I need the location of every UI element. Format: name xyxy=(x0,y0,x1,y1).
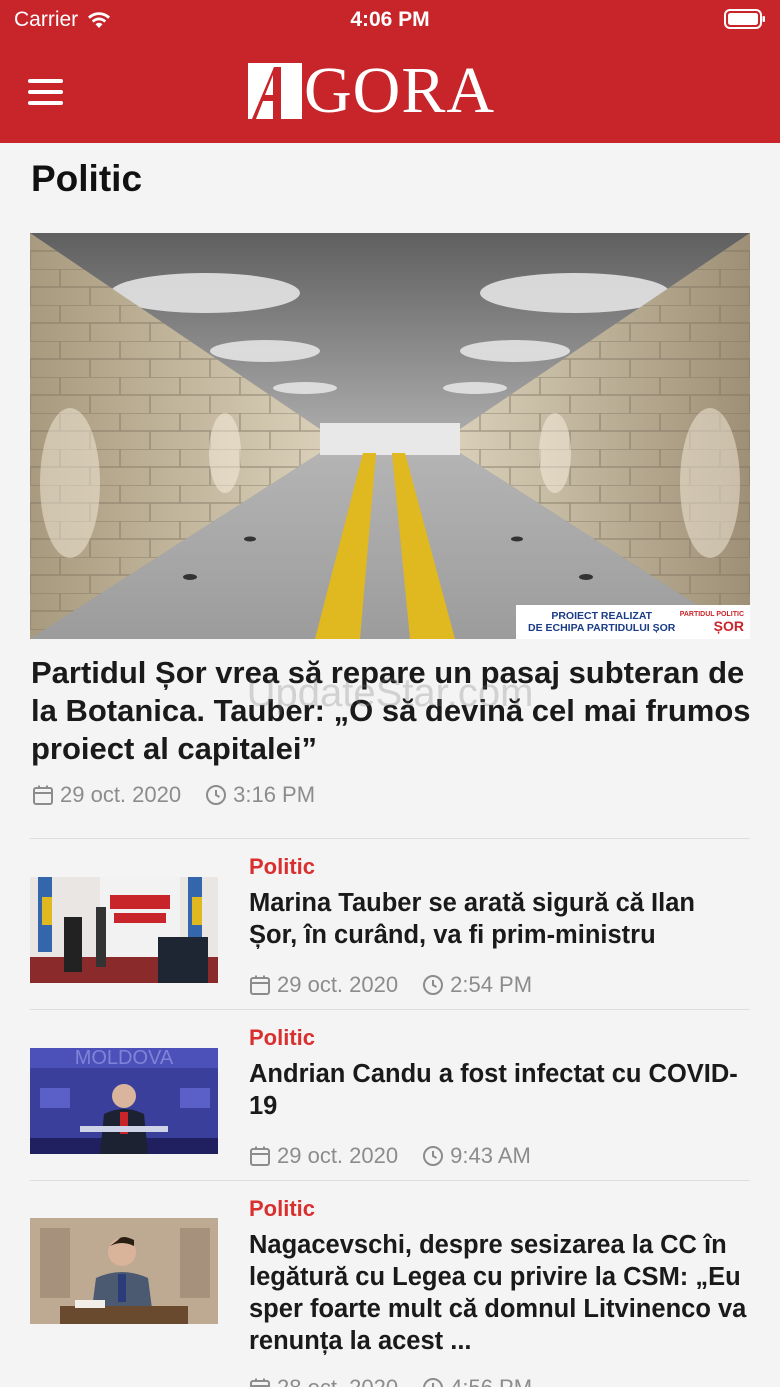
divider xyxy=(30,1180,750,1181)
clock-icon xyxy=(423,975,444,995)
article-date: 29 oct. 2020 xyxy=(277,1143,399,1168)
article-date: 29 oct. 2020 xyxy=(277,972,399,997)
hamburger-icon-line xyxy=(28,101,63,105)
article-time: 4:56 PM xyxy=(450,1375,532,1387)
divider xyxy=(30,838,750,839)
article-title[interactable]: Andrian Candu a fost infectat cu COVID-1… xyxy=(249,1058,749,1122)
image-caption-brand: PARTIDUL POLITIC ȘOR xyxy=(680,611,744,633)
article-time: 9:43 AM xyxy=(450,1143,531,1168)
calendar-icon xyxy=(33,785,53,805)
svg-text:MOLDOVA: MOLDOVA xyxy=(75,1048,174,1069)
page-title: Politic xyxy=(31,158,143,199)
article-meta: 29 oct. 2020 9:43 AM xyxy=(249,1143,531,1169)
logo-a-mark xyxy=(248,63,302,119)
image-caption-badge: PROIECT REALIZAT DE ECHIPA PARTIDULUI ȘO… xyxy=(516,605,750,639)
tunnel-illustration xyxy=(30,233,750,639)
navigation-bar: GORA xyxy=(0,48,780,138)
article-meta: 29 oct. 2020 2:54 PM xyxy=(249,972,532,998)
clock-icon xyxy=(423,1146,444,1166)
status-bar: Carrier 4:06 PM xyxy=(0,0,780,40)
article-category[interactable]: Politic xyxy=(249,1196,315,1222)
article-thumbnail xyxy=(30,877,218,983)
menu-button[interactable] xyxy=(28,70,78,114)
article-category[interactable]: Politic xyxy=(249,1025,315,1051)
image-brand-big: ȘOR xyxy=(713,618,744,634)
clock-icon xyxy=(206,785,227,805)
article-thumbnail: MOLDOVA xyxy=(30,1048,218,1154)
list-item[interactable]: Politic Marina Tauber se arată sigură că… xyxy=(30,850,750,1005)
featured-article-image[interactable]: PROIECT REALIZAT DE ECHIPA PARTIDULUI ȘO… xyxy=(30,233,750,639)
list-item[interactable]: MOLDOVA Politic Andrian Candu a fost inf… xyxy=(30,1021,750,1176)
featured-date: 29 oct. 2020 xyxy=(60,782,182,807)
list-item[interactable]: Politic Nagacevschi, despre sesizarea la… xyxy=(30,1192,750,1387)
app-header: Carrier 4:06 PM GORA xyxy=(0,0,780,143)
article-thumbnail xyxy=(30,1218,218,1324)
calendar-icon xyxy=(250,1146,270,1166)
featured-article-meta: 29 oct. 2020 3:16 PM xyxy=(32,782,315,808)
featured-time: 3:16 PM xyxy=(233,782,316,807)
calendar-icon xyxy=(250,975,270,995)
article-time: 2:54 PM xyxy=(450,972,533,997)
article-title[interactable]: Nagacevschi, despre sesizarea la CC în l… xyxy=(249,1229,749,1357)
calendar-icon xyxy=(250,1378,270,1387)
status-time: 4:06 PM xyxy=(350,8,430,31)
agora-logo: GORA xyxy=(248,54,496,127)
battery-icon xyxy=(724,9,765,29)
image-caption-line2: DE ECHIPA PARTIDULUI ȘOR xyxy=(528,622,676,634)
hamburger-icon xyxy=(28,79,63,83)
article-meta: 28 oct. 2020 4:56 PM xyxy=(249,1375,532,1387)
image-brand-small: PARTIDUL POLITIC xyxy=(679,611,744,618)
logo-text: GORA xyxy=(304,54,496,127)
clock-icon xyxy=(423,1378,444,1387)
article-category[interactable]: Politic xyxy=(249,854,315,880)
divider xyxy=(30,1009,750,1010)
featured-article-title[interactable]: Partidul Șor vrea să repare un pasaj sub… xyxy=(31,654,751,768)
image-caption-line1: PROIECT REALIZAT xyxy=(551,610,653,622)
hamburger-icon-line xyxy=(28,90,63,94)
article-title[interactable]: Marina Tauber se arată sigură că Ilan Șo… xyxy=(249,887,749,951)
article-date: 28 oct. 2020 xyxy=(277,1375,398,1387)
image-caption-text: PROIECT REALIZAT DE ECHIPA PARTIDULUI ȘO… xyxy=(528,610,675,634)
